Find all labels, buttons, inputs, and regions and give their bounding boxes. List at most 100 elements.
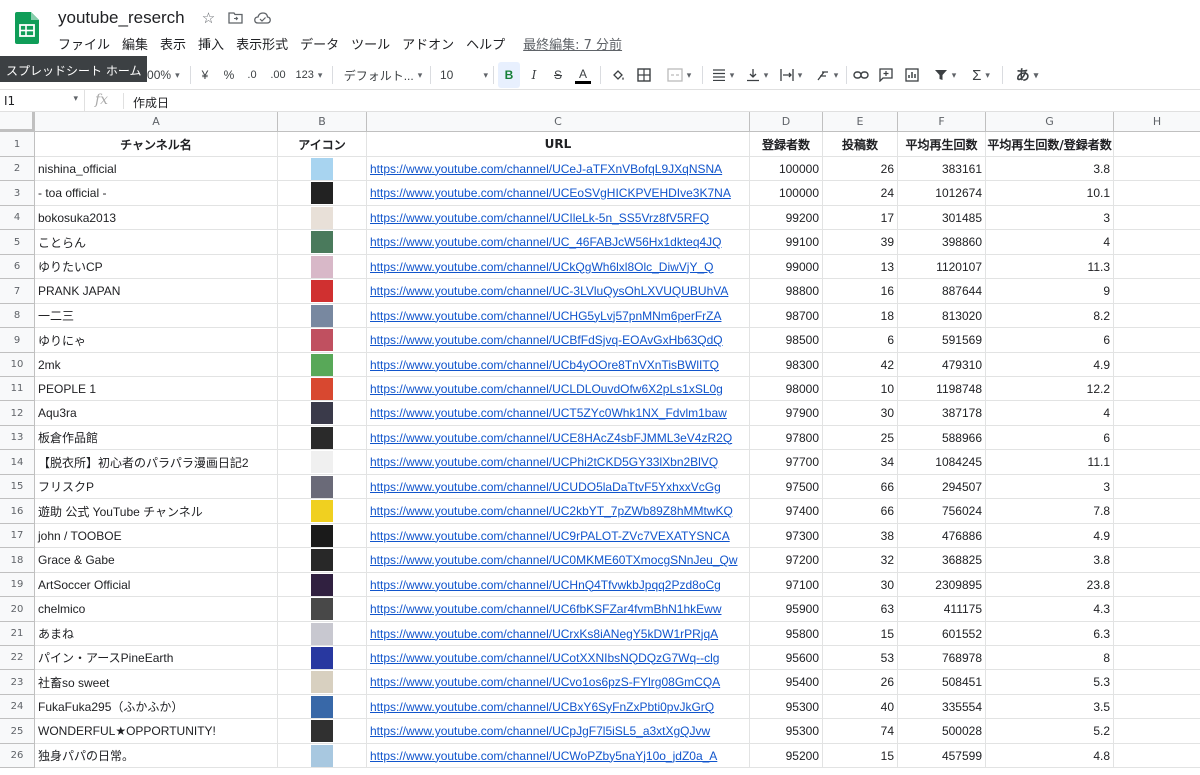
cell-subs[interactable]: 99000: [750, 255, 823, 279]
menu-file[interactable]: ファイル: [58, 34, 116, 53]
channel-icon-cell[interactable]: [278, 597, 367, 622]
empty-cell[interactable]: [1114, 450, 1200, 475]
cell-name[interactable]: 2mk: [35, 353, 278, 377]
empty-cell[interactable]: [1114, 475, 1200, 499]
cell-posts[interactable]: 25: [823, 426, 898, 450]
channel-icon-cell[interactable]: [278, 181, 367, 206]
cell-posts[interactable]: 74: [823, 719, 898, 744]
row-header[interactable]: 19: [0, 573, 35, 597]
cell-subs[interactable]: 100000: [750, 157, 823, 181]
cell-posts[interactable]: 32: [823, 548, 898, 573]
channel-icon-cell[interactable]: [278, 695, 367, 719]
cell-avg[interactable]: 457599: [898, 744, 986, 768]
cell-url[interactable]: https://www.youtube.com/channel/UC0MKME6…: [367, 548, 750, 573]
cell-avg[interactable]: 368825: [898, 548, 986, 573]
row-header[interactable]: 21: [0, 622, 35, 646]
row-header[interactable]: 2: [0, 157, 35, 181]
cell-url[interactable]: https://www.youtube.com/channel/UCEoSVgH…: [367, 181, 750, 206]
insert-comment-icon[interactable]: [878, 62, 894, 88]
cell-avg[interactable]: 500028: [898, 719, 986, 744]
row-header[interactable]: 18: [0, 548, 35, 573]
cell-url[interactable]: https://www.youtube.com/channel/UCE8HAcZ…: [367, 426, 750, 450]
header-cell-avg[interactable]: 平均再生回数: [898, 132, 986, 157]
channel-icon-cell[interactable]: [278, 719, 367, 744]
channel-icon-cell[interactable]: [278, 450, 367, 475]
channel-icon-cell[interactable]: [278, 304, 367, 328]
cell-subs[interactable]: 99200: [750, 206, 823, 230]
row-header[interactable]: 14: [0, 450, 35, 475]
cell-avg[interactable]: 411175: [898, 597, 986, 622]
cell-subs[interactable]: 98800: [750, 279, 823, 304]
cell-ratio[interactable]: 6: [986, 426, 1114, 450]
cell-url[interactable]: https://www.youtube.com/channel/UCWoPZby…: [367, 744, 750, 768]
horizontal-align-icon[interactable]: [708, 62, 738, 88]
cell-url[interactable]: https://www.youtube.com/channel/UC-3LVlu…: [367, 279, 750, 304]
menu-format[interactable]: 表示形式: [236, 34, 294, 53]
currency-button[interactable]: ¥: [198, 62, 212, 88]
cell-avg[interactable]: 479310: [898, 353, 986, 377]
cell-subs[interactable]: 98700: [750, 304, 823, 328]
cell-ratio[interactable]: 12.2: [986, 377, 1114, 401]
cell-name[interactable]: - toa official -: [35, 181, 278, 206]
empty-cell[interactable]: [1114, 279, 1200, 304]
header-cell-url[interactable]: URL: [367, 132, 750, 157]
row-header[interactable]: 1: [0, 132, 35, 157]
cell-posts[interactable]: 6: [823, 328, 898, 353]
cell-avg[interactable]: 887644: [898, 279, 986, 304]
cell-name[interactable]: FukaFuka295（ふかふか）: [35, 695, 278, 719]
header-cell-ratio[interactable]: 平均再生回数/登録者数: [986, 132, 1114, 157]
cell-subs[interactable]: 98300: [750, 353, 823, 377]
cell-ratio[interactable]: 4.9: [986, 353, 1114, 377]
empty-cell[interactable]: [1114, 670, 1200, 695]
cell-posts[interactable]: 17: [823, 206, 898, 230]
cell-ratio[interactable]: 3.8: [986, 548, 1114, 573]
channel-icon-cell[interactable]: [278, 401, 367, 426]
cell-name[interactable]: 遊助 公式 YouTube チャンネル: [35, 499, 278, 524]
cell-posts[interactable]: 63: [823, 597, 898, 622]
channel-icon-cell[interactable]: [278, 353, 367, 377]
column-header-h[interactable]: H: [1114, 112, 1200, 132]
cell-url[interactable]: https://www.youtube.com/channel/UC9rPALO…: [367, 524, 750, 548]
column-header-f[interactable]: F: [898, 112, 986, 132]
channel-icon-cell[interactable]: [278, 524, 367, 548]
channel-icon-cell[interactable]: [278, 255, 367, 279]
cell-ratio[interactable]: 23.8: [986, 573, 1114, 597]
empty-cell[interactable]: [1114, 353, 1200, 377]
italic-button[interactable]: I: [526, 62, 542, 88]
cell-url[interactable]: https://www.youtube.com/channel/UCIleLk-…: [367, 206, 750, 230]
empty-cell[interactable]: [1114, 206, 1200, 230]
cell-avg[interactable]: 756024: [898, 499, 986, 524]
document-title[interactable]: youtube_reserch: [58, 8, 185, 28]
cell-name[interactable]: WONDERFUL★OPPORTUNITY!: [35, 719, 278, 744]
cell-url[interactable]: https://www.youtube.com/channel/UCvo1os6…: [367, 670, 750, 695]
empty-cell[interactable]: [1114, 157, 1200, 181]
cell-ratio[interactable]: 10.1: [986, 181, 1114, 206]
cell-subs[interactable]: 97200: [750, 548, 823, 573]
text-rotation-icon[interactable]: [812, 62, 842, 88]
cell-avg[interactable]: 294507: [898, 475, 986, 499]
cell-posts[interactable]: 39: [823, 230, 898, 255]
row-header[interactable]: 24: [0, 695, 35, 719]
empty-cell[interactable]: [1114, 230, 1200, 255]
select-all-corner[interactable]: [0, 112, 35, 132]
cell-url[interactable]: https://www.youtube.com/channel/UCeJ-aTF…: [367, 157, 750, 181]
move-folder-icon[interactable]: [227, 9, 244, 26]
star-icon[interactable]: ☆: [200, 9, 217, 27]
cell-posts[interactable]: 38: [823, 524, 898, 548]
formula-input[interactable]: 作成日: [133, 94, 169, 111]
channel-icon-cell[interactable]: [278, 206, 367, 230]
cell-avg[interactable]: 768978: [898, 646, 986, 670]
row-header[interactable]: 5: [0, 230, 35, 255]
cell-ratio[interactable]: 3: [986, 475, 1114, 499]
row-header[interactable]: 15: [0, 475, 35, 499]
header-cell-name[interactable]: チャンネル名: [35, 132, 278, 157]
fill-color-icon[interactable]: [610, 62, 626, 88]
cell-url[interactable]: https://www.youtube.com/channel/UCT5ZYc0…: [367, 401, 750, 426]
cell-posts[interactable]: 42: [823, 353, 898, 377]
percent-button[interactable]: %: [222, 62, 236, 88]
empty-cell[interactable]: [1114, 744, 1200, 768]
channel-icon-cell[interactable]: [278, 279, 367, 304]
channel-icon-cell[interactable]: [278, 157, 367, 181]
decrease-decimal-button[interactable]: .0: [244, 62, 260, 88]
empty-cell[interactable]: [1114, 401, 1200, 426]
